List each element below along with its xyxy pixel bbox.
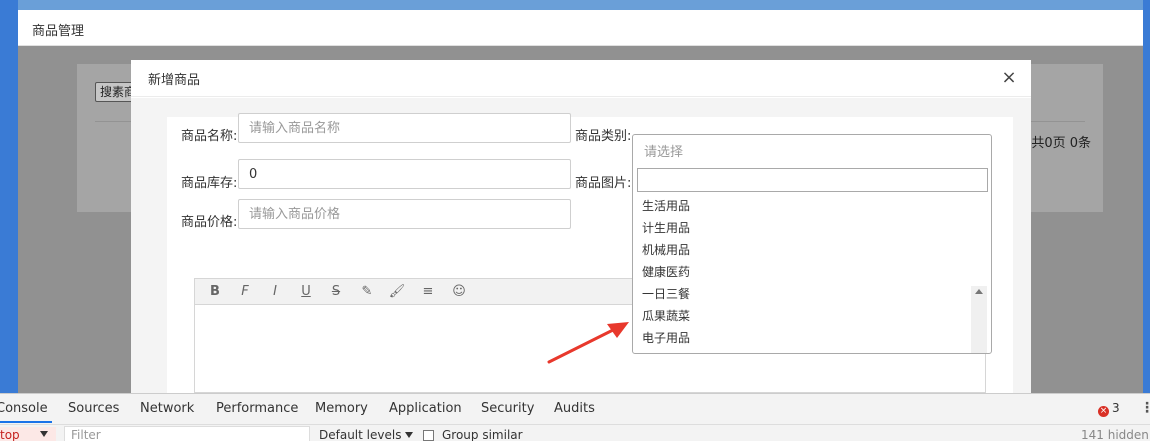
error-counter[interactable]: × 3 [1098,401,1120,417]
category-select-placeholder: 请选择 [644,145,684,160]
tab-memory[interactable]: Memory [315,401,368,416]
category-option[interactable]: 机械用品 [633,239,973,261]
underline-icon[interactable]: U [295,282,317,302]
error-count: 3 [1112,401,1120,415]
context-select-value: top [0,428,20,441]
category-option[interactable]: 生活用品 [633,195,973,217]
chevron-down-icon [405,432,414,438]
name-label: 商品名称: [181,129,238,144]
category-option[interactable]: 健康医药 [633,261,973,283]
image-label: 商品图片: [575,176,632,191]
tab-application[interactable]: Application [389,401,462,416]
pager-summary: 共0页 0条 [1031,136,1091,151]
brush-icon[interactable]: 🖌 [386,282,408,302]
emoji-icon[interactable]: ☺ [448,282,470,302]
console-toolbar: top Default levels Group similar 141 hid… [0,424,1150,441]
tab-console[interactable]: Console [0,401,48,416]
right-accent-strip [1143,0,1150,393]
annotation-arrow-icon [547,322,629,364]
page-header: 商品管理 [18,10,1143,46]
console-filter-input[interactable] [64,426,310,441]
price-label: 商品价格: [181,215,238,230]
strikethrough-icon[interactable]: S [325,282,347,302]
context-select[interactable]: top [0,427,56,441]
chevron-down-icon [40,431,48,437]
log-levels-dropdown[interactable]: Default levels [319,428,414,441]
hidden-messages-count: 141 hidden [1081,428,1149,441]
bold-icon[interactable]: B [204,282,226,302]
tab-network[interactable]: Network [140,401,194,416]
log-levels-label: Default levels [319,428,402,441]
modal-header: 新增商品 × [131,60,1031,97]
align-icon[interactable]: ≡ [417,282,439,302]
stock-input[interactable] [238,159,571,189]
left-accent-strip [0,0,18,393]
tab-security[interactable]: Security [481,401,534,416]
category-option[interactable]: 电子用品 [633,327,973,349]
active-tab-indicator [0,421,52,423]
close-icon[interactable]: × [999,68,1019,88]
italic-icon[interactable]: I [264,282,286,302]
category-option[interactable]: 瓜果蔬菜 [633,305,973,327]
category-label: 商品类别: [575,129,632,144]
more-menu-icon[interactable]: ⋮ [1140,400,1150,416]
browser-top-strip [0,0,1150,10]
tab-audits[interactable]: Audits [554,401,595,416]
price-input[interactable] [238,199,571,229]
category-option-list: 生活用品 计生用品 机械用品 健康医药 一日三餐 瓜果蔬菜 电子用品 [633,195,973,349]
link-icon[interactable]: ✎ [356,282,378,302]
category-option[interactable]: 计生用品 [633,217,973,239]
modal-title: 新增商品 [148,73,201,88]
category-select[interactable]: 请选择 生活用品 计生用品 机械用品 健康医药 一日三餐 瓜果蔬菜 电子用品 [632,134,992,354]
group-similar-checkbox[interactable] [423,430,434,441]
scroll-up-icon[interactable] [975,289,983,294]
tab-performance[interactable]: Performance [216,401,298,416]
name-input[interactable] [238,113,571,143]
page-title: 商品管理 [32,24,85,39]
search-button[interactable]: 搜素商品 [95,82,135,102]
error-icon: × [1098,406,1109,417]
tab-sources[interactable]: Sources [68,401,119,416]
category-option[interactable]: 一日三餐 [633,283,973,305]
font-icon[interactable]: F [234,282,256,302]
stock-label: 商品库存: [181,176,238,191]
group-similar-label: Group similar [442,428,523,441]
option-list-scrollbar[interactable] [971,286,987,353]
category-search-input[interactable] [637,168,988,192]
devtools-panel: Console Sources Network Performance Memory Ap… [0,393,1150,441]
